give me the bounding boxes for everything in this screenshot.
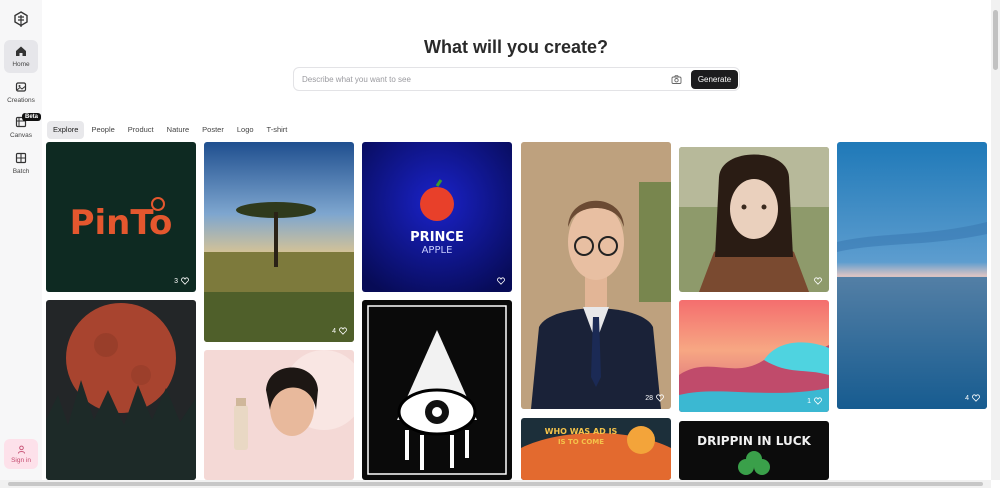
savanna-tree-image (204, 142, 354, 342)
prompt-input[interactable] (302, 72, 662, 87)
poster-title-text: WHO WAS AD IS (545, 427, 618, 436)
prompt-search-bar: Generate (293, 67, 740, 91)
sidebar-item-label: Home (12, 61, 30, 68)
generate-button[interactable]: Generate (691, 70, 738, 89)
sidebar-item-label: Creations (7, 97, 35, 104)
like-counter[interactable] (811, 277, 822, 285)
gallery-card-calm-ocean[interactable]: 4 (837, 142, 987, 409)
grid-icon (15, 152, 27, 164)
image-stack-icon (15, 82, 27, 92)
sidebar-item-label: Canvas (9, 132, 33, 139)
heart-icon (656, 394, 664, 402)
brand-logo-icon[interactable] (12, 11, 30, 29)
gallery-card-poster[interactable]: WHO WAS AD IS IS TO COME (521, 418, 671, 480)
gallery-card-man-suit[interactable]: 28 (521, 142, 671, 409)
pink-ocean-waves-image (679, 300, 829, 412)
moon-forest-image (46, 300, 196, 480)
heart-icon (181, 277, 189, 285)
sidebar-item-batch[interactable]: Batch (4, 147, 38, 180)
tab-logo[interactable]: Logo (231, 121, 260, 139)
tab-explore[interactable]: Explore (47, 121, 85, 139)
gallery-card-savanna[interactable]: 4 (204, 142, 354, 342)
like-counter[interactable]: 3 (174, 277, 189, 285)
horizontal-scrollbar-thumb[interactable] (8, 482, 983, 486)
tab-poster[interactable]: Poster (196, 121, 230, 139)
beta-badge: Beta (22, 113, 42, 121)
prince-apple-logo-image: PRINCE APPLE (362, 142, 512, 292)
gallery-card-skincare-woman[interactable] (204, 350, 354, 480)
gallery-card-girl-coat[interactable] (679, 147, 829, 292)
prince-text: PRINCE (410, 230, 464, 245)
girl-in-coat-image (679, 147, 829, 292)
skincare-woman-image (204, 350, 354, 480)
like-counter[interactable]: 4 (965, 394, 980, 402)
gallery-card-pinto-logo[interactable]: PinTo 3 (46, 142, 196, 292)
calm-ocean-image (837, 142, 987, 409)
sidebar-item-creations[interactable]: Creations (4, 76, 38, 109)
vertical-scrollbar-thumb[interactable] (993, 10, 998, 70)
gallery-card-prince-apple[interactable]: PRINCE APPLE (362, 142, 512, 292)
eye-pyramid-poster-image (362, 300, 512, 480)
like-counter[interactable]: 4 (332, 327, 347, 335)
tab-tshirt[interactable]: T-shirt (261, 121, 294, 139)
man-in-suit-image (521, 142, 671, 409)
heart-icon (814, 397, 822, 405)
retro-poster-image: WHO WAS AD IS IS TO COME (521, 418, 671, 480)
like-counter[interactable] (494, 277, 505, 285)
app-root: Home Creations Canvas Beta Batch Sign in… (0, 0, 1000, 488)
gallery-card-pink-waves[interactable]: 1 (679, 300, 829, 412)
gallery-card-drippin-luck[interactable]: DRIPPIN IN LUCK (679, 421, 829, 480)
gallery-card-moon-forest[interactable] (46, 300, 196, 480)
tab-nature[interactable]: Nature (161, 121, 196, 139)
category-tabs: Explore People Product Nature Poster Log… (47, 121, 294, 139)
user-icon (17, 445, 25, 454)
heart-icon (814, 277, 822, 285)
gallery-card-eye-pyramid[interactable] (362, 300, 512, 480)
heart-icon (339, 327, 347, 335)
pinto-logo-image: PinTo (46, 142, 196, 292)
like-counter[interactable]: 28 (645, 394, 664, 402)
sidebar-item-label: Batch (12, 168, 30, 175)
tab-product[interactable]: Product (122, 121, 160, 139)
heart-icon (497, 277, 505, 285)
poster-subtitle-text: IS TO COME (558, 438, 604, 446)
sign-in-label: Sign in (11, 456, 31, 464)
tab-people[interactable]: People (85, 121, 120, 139)
heart-icon (972, 394, 980, 402)
sign-in-button[interactable]: Sign in (4, 439, 38, 469)
sidebar: Home Creations Canvas Beta Batch Sign in (0, 0, 42, 488)
like-counter[interactable]: 1 (807, 397, 822, 405)
page-title: What will you create? (423, 37, 609, 57)
camera-icon[interactable] (671, 74, 682, 85)
vertical-scrollbar[interactable] (991, 0, 1000, 480)
shirt-text: DRIPPIN IN LUCK (697, 434, 811, 448)
apple-text: APPLE (422, 245, 453, 256)
drippin-in-luck-shirt-image: DRIPPIN IN LUCK (679, 421, 829, 480)
